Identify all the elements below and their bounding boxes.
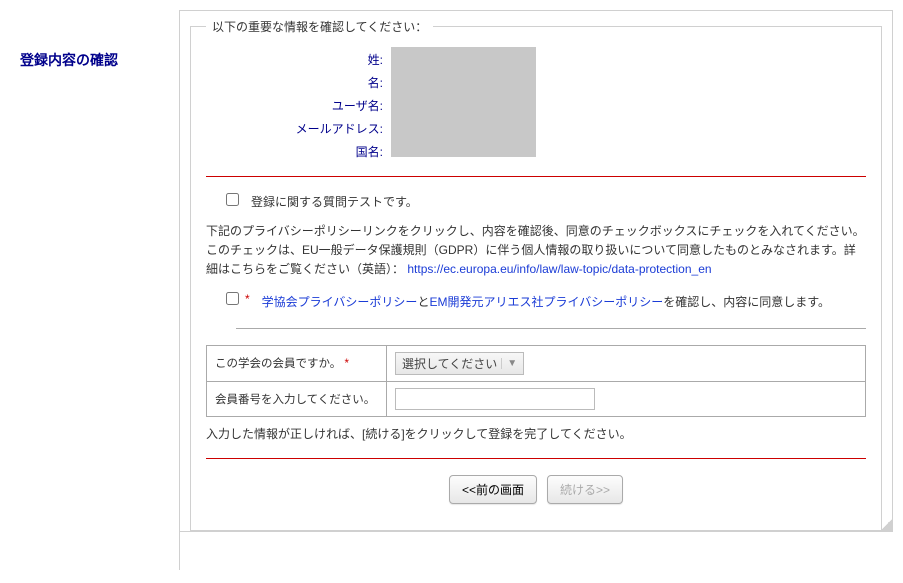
privacy-description: 下記のプライバシーポリシーリンクをクリックし、内容を確認後、同意のチェックボック… [206, 222, 866, 280]
consent-mid: と [417, 295, 429, 309]
member-select[interactable]: 選択してください ▼ [395, 352, 524, 375]
table-row: この学会の会員ですか。 * 選択してください ▼ [207, 345, 866, 381]
member-question-label: この学会の会員ですか。 [215, 358, 341, 370]
confirm-fieldset: 以下の重要な情報を確認してください： 姓: 名: ユーザ名: メールアドレス: … [190, 16, 882, 531]
consent-text: 学協会プライバシーポリシーとEM開発元アリエス社プライバシーポリシーを確認し、内… [262, 292, 830, 312]
divider [236, 328, 866, 329]
member-question-cell: この学会の会員ですか。 * [207, 345, 387, 381]
membership-table: この学会の会員ですか。 * 選択してください ▼ 会員番号を入力してください。 [206, 345, 866, 417]
instruction-text: 入力した情報が正しければ、[続ける]をクリックして登録を完了してください。 [206, 425, 866, 442]
consent-tail: を確認し、内容に同意します。 [663, 295, 830, 309]
label-email: メールアドレス: [206, 120, 391, 137]
sidebar: 登録内容の確認 [10, 10, 180, 570]
label-given: 名: [206, 74, 391, 91]
table-row: 会員番号を入力してください。 [207, 381, 866, 416]
continue-button[interactable]: 続ける>> [547, 475, 623, 504]
user-info-group: 姓: 名: ユーザ名: メールアドレス: 国名: [206, 47, 866, 160]
info-labels-column: 姓: 名: ユーザ名: メールアドレス: 国名: [206, 47, 391, 160]
label-surname: 姓: [206, 51, 391, 68]
info-values-redacted [391, 47, 536, 157]
button-row: <<前の画面 続ける>> [206, 475, 866, 504]
consent-row: * 学協会プライバシーポリシーとEM開発元アリエス社プライバシーポリシーを確認し… [206, 292, 866, 312]
member-question-required: * [344, 358, 348, 370]
consent-checkbox[interactable] [226, 292, 239, 305]
label-country: 国名: [206, 143, 391, 160]
gdpr-link[interactable]: https://ec.europa.eu/info/law/law-topic/… [407, 262, 711, 276]
question-row: 登録に関する質問テストです。 [206, 193, 866, 210]
member-select-value: 選択してください [402, 355, 497, 372]
divider [206, 458, 866, 459]
page-title: 登録内容の確認 [20, 50, 179, 70]
consent-required-mark: * [245, 292, 250, 306]
question-checkbox[interactable] [226, 193, 239, 206]
member-number-value-cell [387, 381, 866, 416]
member-number-label: 会員番号を入力してください。 [207, 381, 387, 416]
fieldset-legend: 以下の重要な情報を確認してください： [206, 16, 433, 37]
member-number-input[interactable] [395, 388, 595, 410]
back-button[interactable]: <<前の画面 [449, 475, 537, 504]
society-privacy-link[interactable]: 学協会プライバシーポリシー [262, 295, 418, 309]
divider [206, 176, 866, 177]
main-panel: 以下の重要な情報を確認してください： 姓: 名: ユーザ名: メールアドレス: … [179, 10, 893, 532]
aries-privacy-link[interactable]: EM開発元アリエス社プライバシーポリシー [429, 295, 663, 309]
label-username: ユーザ名: [206, 97, 391, 114]
member-question-value-cell: 選択してください ▼ [387, 345, 866, 381]
chevron-down-icon: ▼ [501, 358, 517, 369]
question-label: 登録に関する質問テストです。 [251, 193, 418, 210]
